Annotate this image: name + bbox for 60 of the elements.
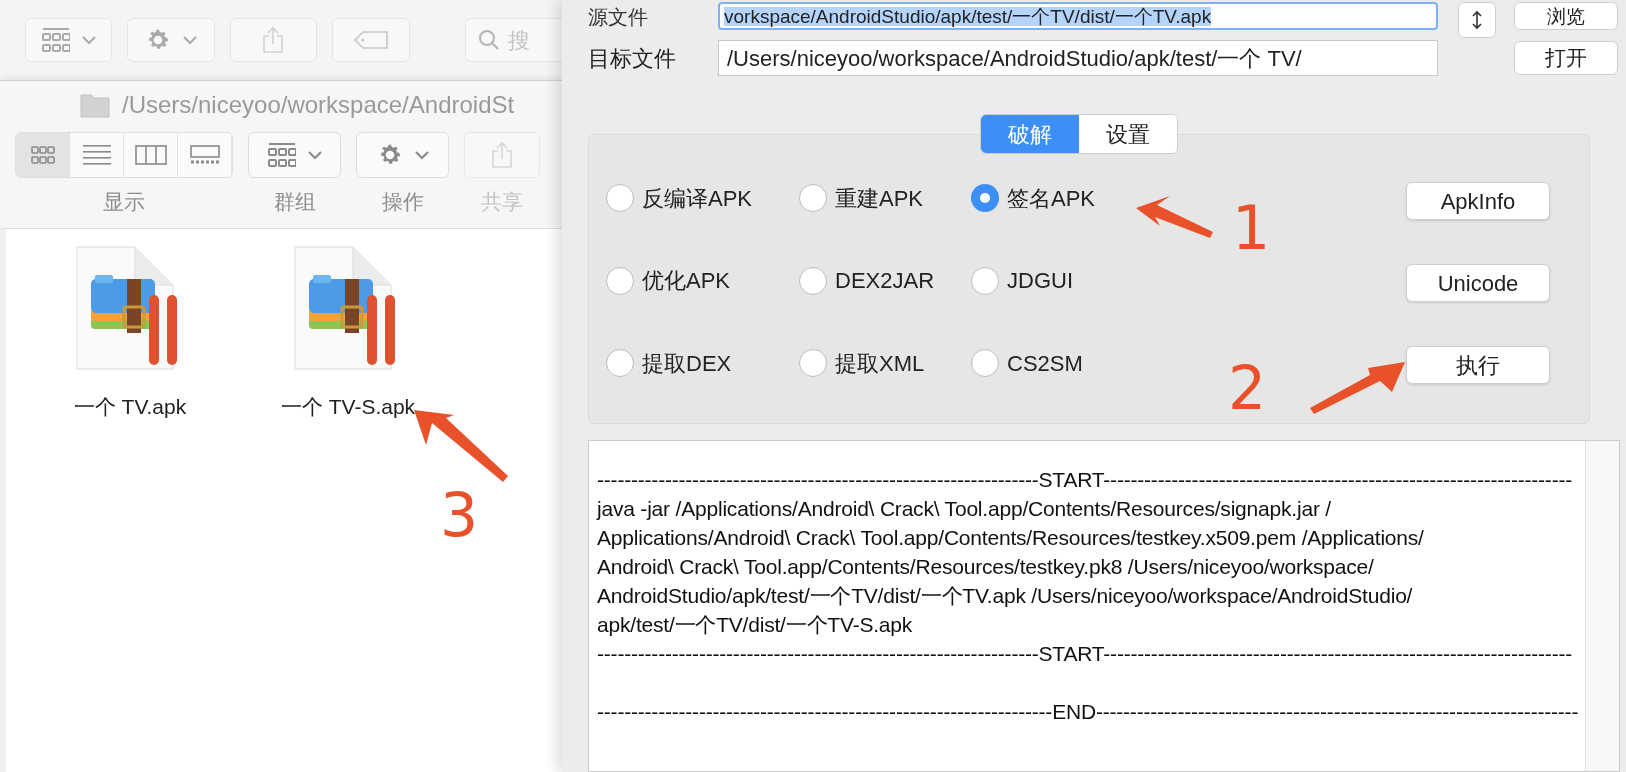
field-label: 目标文件	[588, 44, 677, 73]
chevron-icon	[414, 150, 429, 160]
annotation-number: 3	[440, 485, 479, 545]
gallery-view-icon	[189, 145, 220, 165]
radio-option[interactable]: CS2SM	[971, 343, 1141, 384]
browse-button[interactable]: 浏览	[1514, 2, 1618, 30]
log-line: -----------------------------------------------------------------START---------------------------------------------------------------------	[597, 641, 1574, 667]
radio-option[interactable]: 优化APK	[606, 260, 799, 301]
log-line: -----------------------------------------------------------------START---------------------------------------------------------------------	[597, 467, 1574, 493]
radio-option[interactable]: 提取XML	[799, 343, 971, 384]
toolbar-button[interactable]	[356, 132, 449, 178]
share-icon	[491, 141, 513, 169]
action-button[interactable]: Unicode	[1406, 264, 1550, 302]
grid-icon	[41, 27, 70, 53]
log-line: java -jar /Applications/Android\ Crack\ Tool.app/Contents/Resources/signapk.jar /	[597, 496, 1332, 522]
toolbar-button[interactable]	[25, 18, 113, 62]
list-view-icon	[82, 145, 111, 165]
share-icon	[262, 26, 285, 54]
radio-option[interactable]: 提取DEX	[606, 343, 799, 384]
search-icon	[477, 29, 500, 51]
log-line: Applications/Android\ Crack\ Tool.app/Contents/Resources/testkey.x509.pem /Applications/	[597, 525, 1425, 551]
annotation-number: 2	[1228, 358, 1267, 418]
chevron-icon	[183, 35, 197, 45]
window-title: /Users/niceyoo/workspace/AndroidSt	[122, 90, 515, 120]
target-path-field[interactable]: /Users/niceyoo/workspace/AndroidStudio/apk/test/一个 TV/	[718, 40, 1438, 76]
chevron-icon	[81, 35, 96, 45]
sort-stepper[interactable]	[1458, 2, 1496, 38]
source-path-field[interactable]: vorkspace/AndroidStudio/apk/test/一个TV/dist/一个TV.apk	[718, 2, 1438, 30]
columns-view-icon	[134, 145, 167, 165]
chevron-icon	[307, 150, 322, 160]
file-name[interactable]: 一个 TV.apk	[73, 390, 187, 422]
annotation-number: 1	[1232, 198, 1271, 258]
log-line: -------------------------------------------------------------------END-----------------------------------------------------------------------	[597, 699, 1580, 725]
file-name[interactable]: 一个 TV-S.apk	[280, 390, 416, 422]
log-line: Android\ Crack\ Tool.app/Contents/Resources/testkey.pk8 /Users/niceyoo/workspace/	[597, 554, 1375, 580]
toolbar-label: 操作	[381, 189, 424, 215]
tag-icon	[352, 30, 389, 50]
view-mode-control[interactable]	[15, 132, 233, 178]
toolbar-label: 显示	[103, 189, 145, 215]
radio-option[interactable]: DEX2JAR	[799, 260, 971, 301]
action-button[interactable]: 执行	[1406, 346, 1550, 384]
icon-view-icon	[30, 146, 55, 164]
toolbar-button[interactable]	[127, 18, 215, 62]
toolbar-label: 群组	[273, 189, 316, 215]
log-line: apk/test/一个TV/dist/一个TV-S.apk	[597, 612, 914, 638]
field-label: 源文件	[588, 5, 649, 30]
toolbar-button[interactable]	[248, 132, 341, 178]
up-down-arrow-icon	[1471, 10, 1483, 30]
radio-option[interactable]: JDGUI	[971, 260, 1141, 301]
toolbar-button[interactable]	[332, 18, 410, 62]
grid-icon	[267, 142, 296, 168]
toolbar-button[interactable]	[229, 18, 317, 62]
action-button[interactable]: ApkInfo	[1406, 182, 1550, 220]
folder-icon	[80, 92, 110, 118]
radio-option[interactable]: 反编译APK	[606, 178, 799, 218]
log-line: AndroidStudio/apk/test/一个TV/dist/一个TV.apk /Users/niceyoo/workspace/AndroidStudio/	[597, 583, 1414, 609]
open-button[interactable]: 打开	[1514, 41, 1618, 75]
radio-option[interactable]: 签名APK	[971, 178, 1141, 218]
radio-option[interactable]: 重建APK	[799, 178, 971, 218]
view-mode-button[interactable]	[16, 133, 70, 177]
